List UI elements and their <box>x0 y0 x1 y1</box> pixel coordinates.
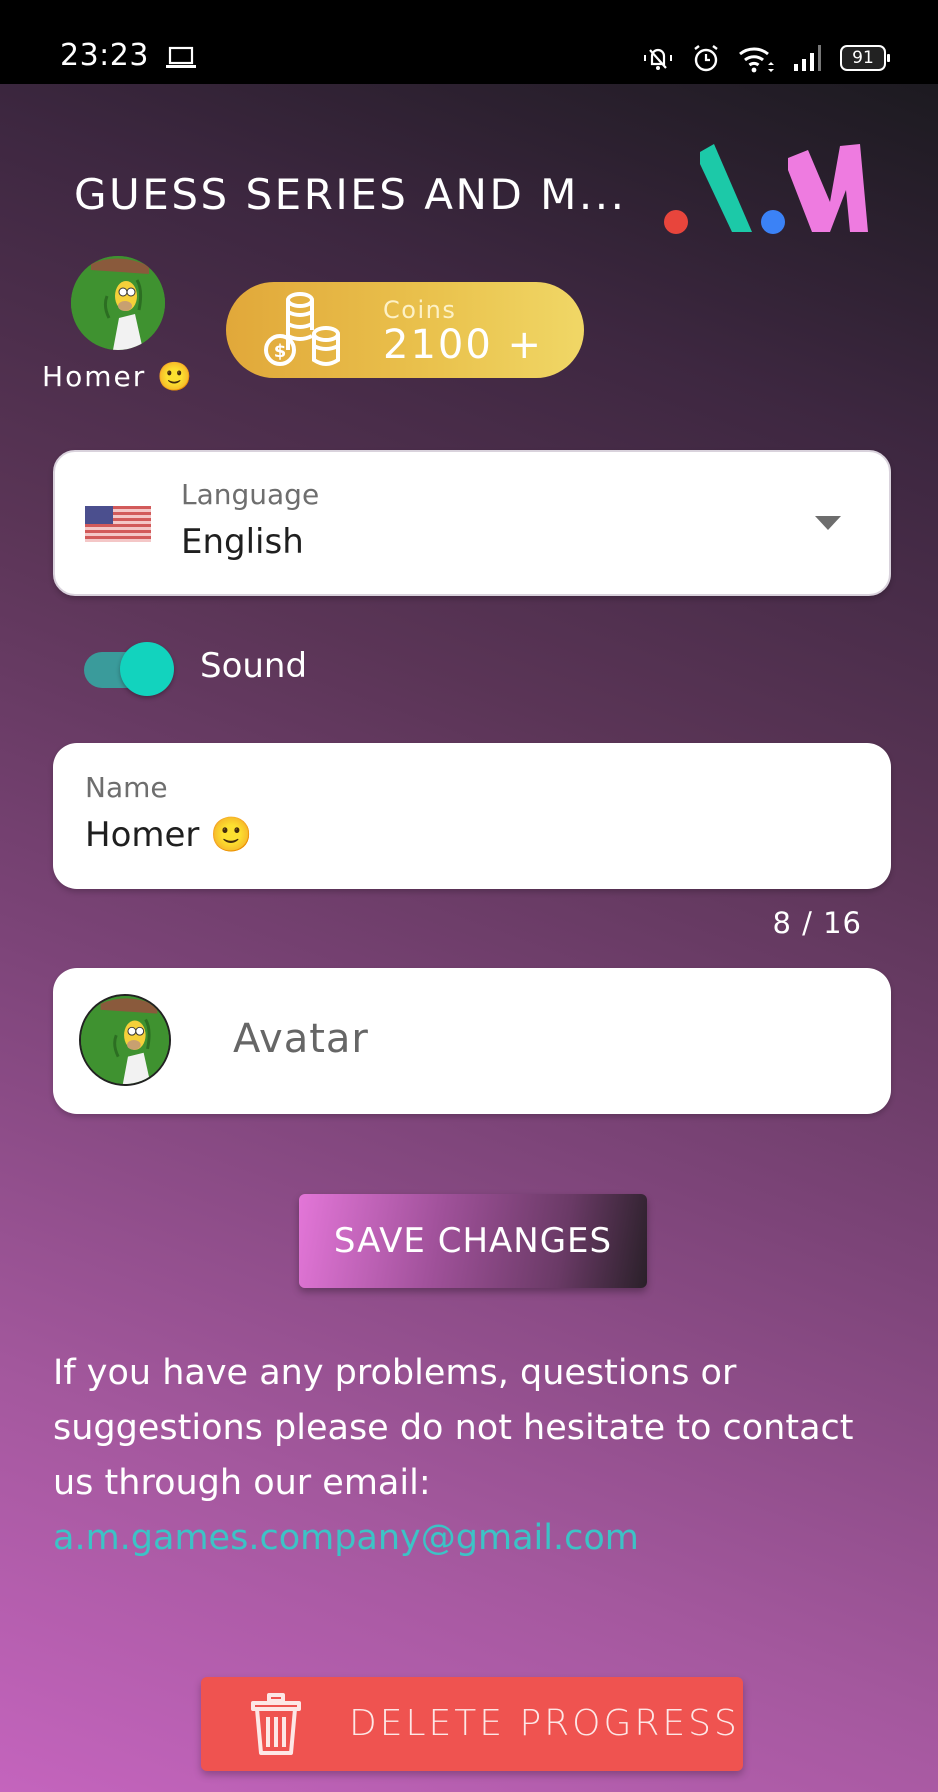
avatar <box>71 256 165 350</box>
help-message: If you have any problems, questions or s… <box>53 1353 854 1503</box>
settings-screen: GUESS SERIES AND M... Homer 🙂 $ Coins 21… <box>0 84 938 1792</box>
delete-progress-button[interactable]: DELETE PROGRESS <box>201 1677 743 1771</box>
app-title: GUESS SERIES AND M... <box>74 170 627 219</box>
coins-value: 2100 + <box>383 322 544 368</box>
laptop-icon <box>166 46 196 68</box>
wifi-icon <box>739 47 774 73</box>
delete-progress-label: DELETE PROGRESS <box>349 1703 740 1744</box>
status-time: 23:23 <box>60 38 149 73</box>
am-logo <box>664 144 868 234</box>
svg-text:$: $ <box>274 341 287 362</box>
signal-icon <box>794 45 821 71</box>
sound-label: Sound <box>200 646 308 686</box>
trash-icon <box>251 1693 301 1755</box>
avatar-thumbnail <box>79 994 171 1086</box>
status-bar: 23:23 91 <box>0 0 938 84</box>
name-field[interactable]: Name Homer 🙂 <box>53 743 891 889</box>
language-label: Language <box>181 478 320 511</box>
save-changes-button[interactable]: SAVE CHANGES <box>299 1194 647 1288</box>
homer-avatar-image <box>71 256 165 350</box>
bell-muted-icon <box>644 48 672 70</box>
us-flag-icon <box>85 506 151 542</box>
contact-email-link[interactable]: a.m.games.company@gmail.com <box>53 1518 639 1558</box>
battery-icon: 91 <box>840 45 890 71</box>
sound-toggle[interactable] <box>84 642 174 698</box>
name-char-counter: 8 / 16 <box>772 906 862 940</box>
coins-stack-icon: $ <box>264 292 340 366</box>
avatar-select[interactable]: Avatar <box>53 968 891 1114</box>
help-text: If you have any problems, questions or s… <box>53 1346 903 1566</box>
coins-label: Coins <box>383 296 457 324</box>
battery-level: 91 <box>852 48 874 68</box>
language-value: English <box>181 522 304 562</box>
language-select[interactable]: Language English <box>53 450 891 596</box>
toggle-thumb <box>120 642 174 696</box>
avatar-label: Avatar <box>233 1016 369 1062</box>
alarm-icon <box>694 45 718 72</box>
profile-name: Homer 🙂 <box>42 360 194 393</box>
coins-button[interactable]: $ Coins 2100 + <box>226 282 584 378</box>
name-label: Name <box>85 771 168 804</box>
name-input[interactable]: Homer 🙂 <box>85 815 253 855</box>
homer-avatar-image <box>81 996 169 1084</box>
chevron-down-icon[interactable] <box>815 516 841 530</box>
profile-summary: Homer 🙂 <box>38 256 198 393</box>
